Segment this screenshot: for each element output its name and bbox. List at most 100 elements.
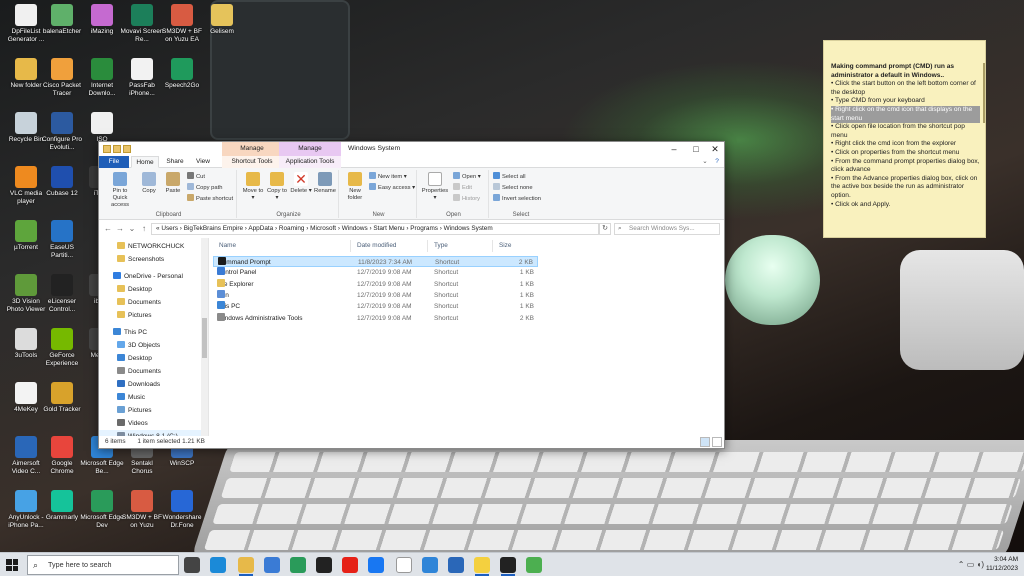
sticky-notes-icon[interactable]: [474, 557, 490, 573]
windows-start-icon[interactable]: [6, 559, 18, 571]
column-separator[interactable]: [492, 240, 493, 252]
nav-item[interactable]: Desktop: [99, 352, 205, 365]
up-arrow-icon[interactable]: ↑: [139, 222, 149, 236]
edit-button[interactable]: Edit: [453, 183, 472, 192]
navigation-scrollbar[interactable]: [201, 238, 208, 436]
desktop-icon[interactable]: PassFab iPhone...: [120, 58, 164, 98]
desktop-icon[interactable]: SM3DW + BF on Yuzu EA: [160, 4, 204, 44]
quick-access-toolbar[interactable]: [103, 145, 131, 153]
delete-button[interactable]: ✕ Delete ▾: [289, 172, 313, 195]
close-button[interactable]: ✕: [702, 142, 728, 156]
copy-path-button[interactable]: Copy path: [187, 183, 222, 192]
select-all-button[interactable]: Select all: [493, 172, 526, 181]
table-row[interactable]: File Explorer 12/7/2019 9:08 AM Shortcut 1 …: [213, 278, 538, 290]
tab-share[interactable]: Share: [161, 156, 189, 168]
taskbar-search-input[interactable]: ⌕ Type here to search: [27, 555, 179, 575]
desktop-icon[interactable]: EaseUS Partiti...: [40, 220, 84, 260]
nav-item[interactable]: OneDrive - Personal: [99, 270, 205, 283]
facebook-icon[interactable]: [368, 557, 384, 573]
desktop-icon[interactable]: balenaEtcher: [40, 4, 84, 44]
column-header-type[interactable]: Type: [434, 242, 448, 249]
folder-icon[interactable]: [103, 145, 111, 153]
edge-icon[interactable]: [210, 557, 226, 573]
paste-shortcut-button[interactable]: Paste shortcut: [187, 194, 233, 203]
nav-item[interactable]: This PC: [99, 326, 205, 339]
new-folder-button[interactable]: New folder: [343, 172, 367, 202]
desktop-icon[interactable]: Cisco Packet Tracer: [40, 58, 84, 98]
title-bar[interactable]: Manage Manage Windows System – □ ✕: [99, 142, 724, 156]
nav-item[interactable]: Desktop: [99, 283, 205, 296]
tab-view[interactable]: View: [191, 156, 215, 168]
store-icon[interactable]: [264, 557, 280, 573]
history-button[interactable]: History: [453, 194, 480, 203]
nav-item[interactable]: Screenshots: [99, 253, 205, 266]
nav-item[interactable]: Pictures: [99, 404, 205, 417]
help-icon[interactable]: ?: [711, 156, 723, 168]
back-arrow-icon[interactable]: ←: [103, 222, 113, 236]
mail-icon[interactable]: [448, 557, 464, 573]
manage-shortcut-context[interactable]: Manage: [222, 142, 282, 156]
tab-file[interactable]: File: [99, 156, 129, 168]
file-explorer-icon[interactable]: [238, 557, 254, 573]
nav-item[interactable]: Documents: [99, 296, 205, 309]
tab-shortcut-tools[interactable]: Shortcut Tools: [222, 156, 282, 168]
column-separator[interactable]: [350, 240, 351, 252]
desktop-icon[interactable]: Microsoft Edge Dev: [80, 490, 124, 530]
desktop-icon[interactable]: Gelisem: [200, 4, 244, 44]
wikipedia-icon[interactable]: [396, 557, 412, 573]
task-view-icon[interactable]: [184, 557, 200, 573]
easy-access-button[interactable]: Easy access ▾: [369, 183, 415, 192]
scrollbar-thumb[interactable]: [202, 318, 207, 358]
properties-icon[interactable]: [113, 145, 121, 153]
copy-to-button[interactable]: Copy to ▾: [265, 172, 289, 202]
table-row[interactable]: Command Prompt 11/8/2023 7:34 AM Shortcut 2…: [213, 256, 538, 267]
sticky-note[interactable]: Making command prompt (CMD) run as admin…: [823, 40, 986, 238]
amazon-icon[interactable]: [316, 557, 332, 573]
sticky-scrollbar[interactable]: [983, 63, 985, 123]
desktop-icon[interactable]: Configure Pro Evoluti...: [40, 112, 84, 152]
move-to-button[interactable]: Move to ▾: [241, 172, 265, 202]
terminal-icon[interactable]: [500, 557, 516, 573]
taskbar-clock[interactable]: 3:04 AM 11/12/2023: [986, 555, 1018, 573]
desktop-icon[interactable]: Grammarly: [40, 490, 84, 530]
table-row[interactable]: Windows Administrative Tools 12/7/2019 9:…: [213, 312, 538, 324]
nav-item[interactable]: Videos: [99, 417, 205, 430]
column-separator[interactable]: [427, 240, 428, 252]
table-row[interactable]: Control Panel 12/7/2019 9:08 AM Shortcut 1 …: [213, 267, 538, 278]
edge-beta-icon[interactable]: [422, 557, 438, 573]
column-header-date[interactable]: Date modified: [357, 242, 396, 249]
nav-item[interactable]: 3D Objects: [99, 339, 205, 352]
forward-arrow-icon[interactable]: →: [115, 222, 125, 236]
invert-selection-button[interactable]: Invert selection: [493, 194, 541, 203]
desktop-icon[interactable]: iMazing: [80, 4, 124, 44]
open-button[interactable]: Open ▾: [453, 172, 481, 181]
desktop-icon[interactable]: Gold Tracker: [40, 382, 84, 422]
new-folder-icon[interactable]: [123, 145, 131, 153]
search-input[interactable]: ⌕ Search Windows Sys...: [614, 223, 720, 235]
details-view-icon[interactable]: [700, 437, 710, 447]
table-row[interactable]: Run 12/7/2019 9:08 AM Shortcut 1 KB: [213, 289, 538, 301]
cut-button[interactable]: Cut: [187, 172, 205, 181]
youtube-icon[interactable]: [342, 557, 358, 573]
desktop-icon[interactable]: Speech2Go: [160, 58, 204, 98]
refresh-icon[interactable]: ↻: [599, 223, 611, 235]
nav-item[interactable]: Documents: [99, 365, 205, 378]
copy-button[interactable]: Copy: [137, 172, 161, 195]
desktop-icon[interactable]: SM3DW + BF on Yuzu: [120, 490, 164, 530]
pin-quick-access-button[interactable]: Pin to Quick access: [105, 172, 135, 209]
desktop-icon[interactable]: Internet Downlo...: [80, 58, 124, 98]
nav-item[interactable]: Pictures: [99, 309, 205, 322]
desktop-icon[interactable]: Wondershare Dr.Fone: [160, 490, 204, 530]
column-header-size[interactable]: Size: [499, 242, 511, 249]
file-explorer-window[interactable]: Manage Manage Windows System – □ ✕ File …: [98, 141, 725, 449]
paste-button[interactable]: Paste: [161, 172, 185, 195]
nav-item[interactable]: Music: [99, 391, 205, 404]
navigation-pane[interactable]: NETWORKCHUCK Screenshots OneDrive - Person…: [99, 238, 209, 436]
recent-locations-icon[interactable]: ⌄: [127, 222, 137, 236]
nav-item[interactable]: Downloads: [99, 378, 205, 391]
desktop-icon[interactable]: Google Chrome: [40, 436, 84, 476]
file-list[interactable]: Name Date modified Type Size Command Pro…: [213, 238, 721, 436]
column-header-name[interactable]: Name: [219, 242, 236, 249]
table-row[interactable]: This PC 12/7/2019 9:08 AM Shortcut 1 KB: [213, 301, 538, 312]
tab-home[interactable]: Home: [131, 156, 159, 168]
